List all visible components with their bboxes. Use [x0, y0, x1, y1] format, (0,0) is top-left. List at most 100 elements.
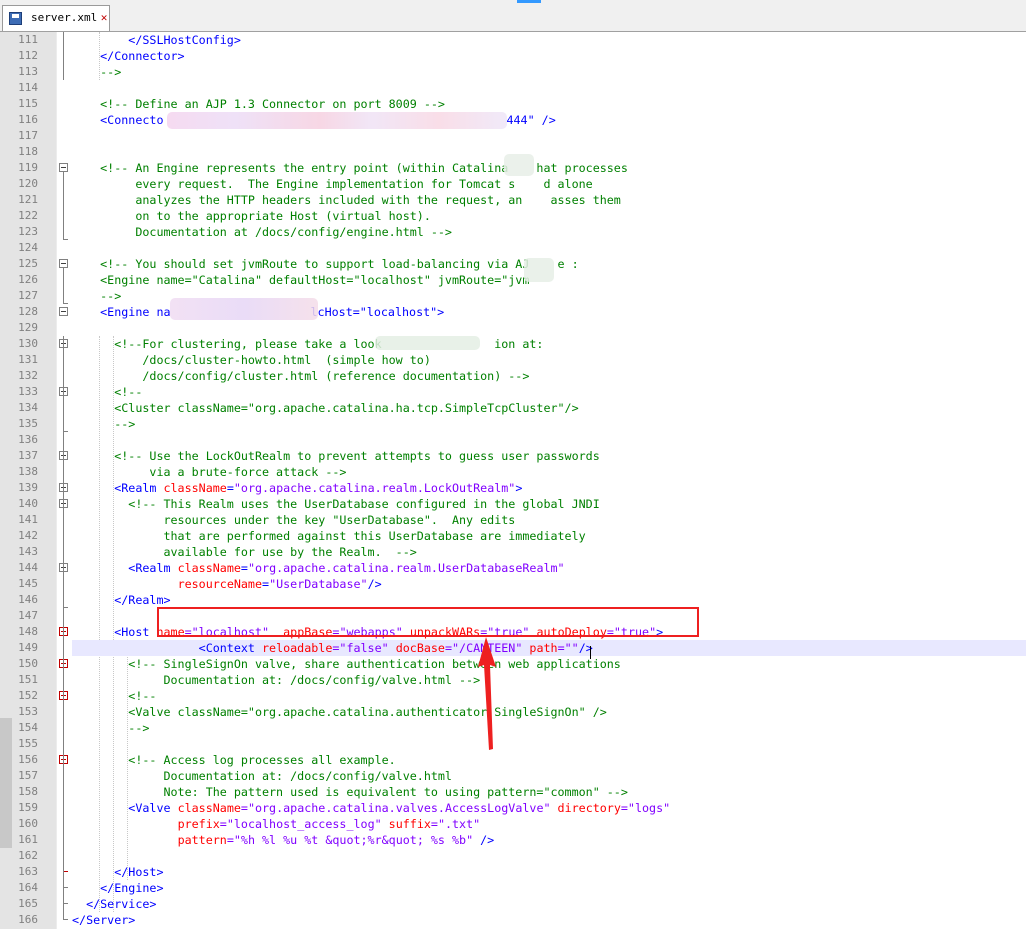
- line-number: 111: [18, 33, 38, 46]
- code-line-138: via a brute-force attack -->: [72, 465, 347, 479]
- line-number: 140: [18, 497, 38, 510]
- line-number: 145: [18, 577, 38, 590]
- line-number: 157: [18, 769, 38, 782]
- line-number: 165: [18, 897, 38, 910]
- code-line-156: <!-- Access log processes all example.: [72, 753, 396, 767]
- line-number: 161: [18, 833, 38, 846]
- line-number: 162: [18, 849, 38, 862]
- line-number: 156: [18, 753, 38, 766]
- line-number: 122: [18, 209, 38, 222]
- close-icon[interactable]: ✕: [98, 12, 110, 24]
- redaction-blur: [170, 298, 318, 320]
- line-number: 143: [18, 545, 38, 558]
- line-number: 128: [18, 305, 38, 318]
- code-line-141: resources under the key "UserDatabase". …: [72, 513, 516, 527]
- tab-server-xml[interactable]: server.xml ✕: [2, 5, 110, 31]
- line-number: 144: [18, 561, 38, 574]
- fold-line: [63, 268, 64, 304]
- fold-end: [63, 239, 68, 240]
- line-number: 138: [18, 465, 38, 478]
- line-number: 166: [18, 913, 38, 926]
- annotation-arrow: [478, 637, 496, 750]
- arrow-shape: [478, 637, 496, 750]
- line-number: 146: [18, 593, 38, 606]
- line-number: 116: [18, 113, 38, 126]
- code-line-113: -->: [72, 65, 122, 79]
- code-line-142: that are performed against this UserData…: [72, 529, 586, 543]
- code-line-161: pattern="%h %l %u %t &quot;%r&quot; %s %…: [177, 833, 495, 847]
- code-line-120: every request. The Engine implementation…: [72, 177, 593, 191]
- line-number: 134: [18, 401, 38, 414]
- fold-line: [63, 172, 64, 240]
- code-line-130: <!--For clustering, please take a look i…: [72, 337, 544, 351]
- line-number: 154: [18, 721, 38, 734]
- highlight-box: [157, 607, 699, 637]
- code-line-140: <!-- This Realm uses the UserDatabase co…: [72, 497, 600, 511]
- code-line-112: </Connector>: [72, 49, 185, 63]
- line-number: 159: [18, 801, 38, 814]
- code-line-166: </Server>: [72, 913, 136, 927]
- code-line-139: <Realm className="org.apache.catalina.re…: [72, 481, 523, 495]
- code-line-149: <Context reloadable="false" docBase="/CA…: [72, 640, 1026, 656]
- code-line-143: available for use by the Realm. -->: [72, 545, 417, 559]
- code-line-145: resourceName="UserDatabase"/>: [177, 577, 382, 591]
- code-line-165: </Service>: [72, 897, 157, 911]
- line-number: 127: [18, 289, 38, 302]
- code-line-160: prefix="localhost_access_log" suffix=".t…: [177, 817, 481, 831]
- code-line-123: Documentation at /docs/config/engine.htm…: [72, 225, 452, 239]
- code-line-132: /docs/config/cluster.html (reference doc…: [72, 369, 530, 383]
- code-line-150: <!-- SingleSignOn valve, share authentic…: [72, 657, 621, 671]
- line-number: 132: [18, 369, 38, 382]
- text-caret: [590, 646, 591, 659]
- line-number: 112: [18, 49, 38, 62]
- code-line-111: </SSLHostConfig>: [72, 33, 241, 47]
- code-line-152: <!--: [72, 689, 157, 703]
- fold-toggle-icon[interactable]: [59, 163, 68, 172]
- code-line-146: </Realm>: [72, 593, 171, 607]
- line-number: 123: [18, 225, 38, 238]
- line-number: 120: [18, 177, 38, 190]
- line-number: 135: [18, 417, 38, 430]
- code-line-151: Documentation at: /docs/config/valve.htm…: [72, 673, 481, 687]
- line-number: 152: [18, 689, 38, 702]
- line-number: 155: [18, 737, 38, 750]
- code-line-164: </Engine>: [72, 881, 164, 895]
- line-number: 136: [18, 433, 38, 446]
- line-number: 151: [18, 673, 38, 686]
- line-number: 121: [18, 193, 38, 206]
- line-number: 117: [18, 129, 38, 142]
- fold-line: [63, 336, 64, 920]
- redaction-blur: [167, 112, 507, 129]
- tab-bar: server.xml ✕: [0, 0, 1026, 32]
- fold-line: [63, 32, 64, 80]
- code-line-133: <!--: [72, 385, 143, 399]
- redaction-blur: [375, 336, 480, 350]
- code-editor[interactable]: </SSLHostConfig> </Connector> --> <!-- D…: [0, 32, 1026, 929]
- line-number: 149: [18, 641, 38, 654]
- line-number: 142: [18, 529, 38, 542]
- code-line-119: <!-- An Engine represents the entry poin…: [72, 161, 628, 175]
- line-number: 158: [18, 785, 38, 798]
- fold-toggle-icon[interactable]: [59, 307, 68, 316]
- line-number: 124: [18, 241, 38, 254]
- code-line-157: Documentation at: /docs/config/valve.htm…: [72, 769, 452, 783]
- fold-toggle-icon[interactable]: [59, 259, 68, 268]
- redaction-blur: [524, 258, 554, 282]
- line-number: 125: [18, 257, 38, 270]
- line-number: 133: [18, 385, 38, 398]
- line-number: 164: [18, 881, 38, 894]
- save-file-icon: [9, 12, 22, 25]
- line-number: 139: [18, 481, 38, 494]
- fold-end: [63, 303, 68, 304]
- code-line-131: /docs/cluster-howto.html (simple how to): [72, 353, 431, 367]
- code-line-153: <Valve className="org.apache.catalina.au…: [72, 705, 607, 719]
- line-number: 163: [18, 865, 38, 878]
- tab-label: server.xml: [31, 11, 98, 24]
- code-line-137: <!-- Use the LockOutRealm to prevent att…: [72, 449, 600, 463]
- code-line-163: </Host>: [72, 865, 164, 879]
- line-number: 126: [18, 273, 38, 286]
- line-number: 141: [18, 513, 38, 526]
- line-number: 119: [18, 161, 38, 174]
- code-line-135: -->: [72, 417, 136, 431]
- line-number: 160: [18, 817, 38, 830]
